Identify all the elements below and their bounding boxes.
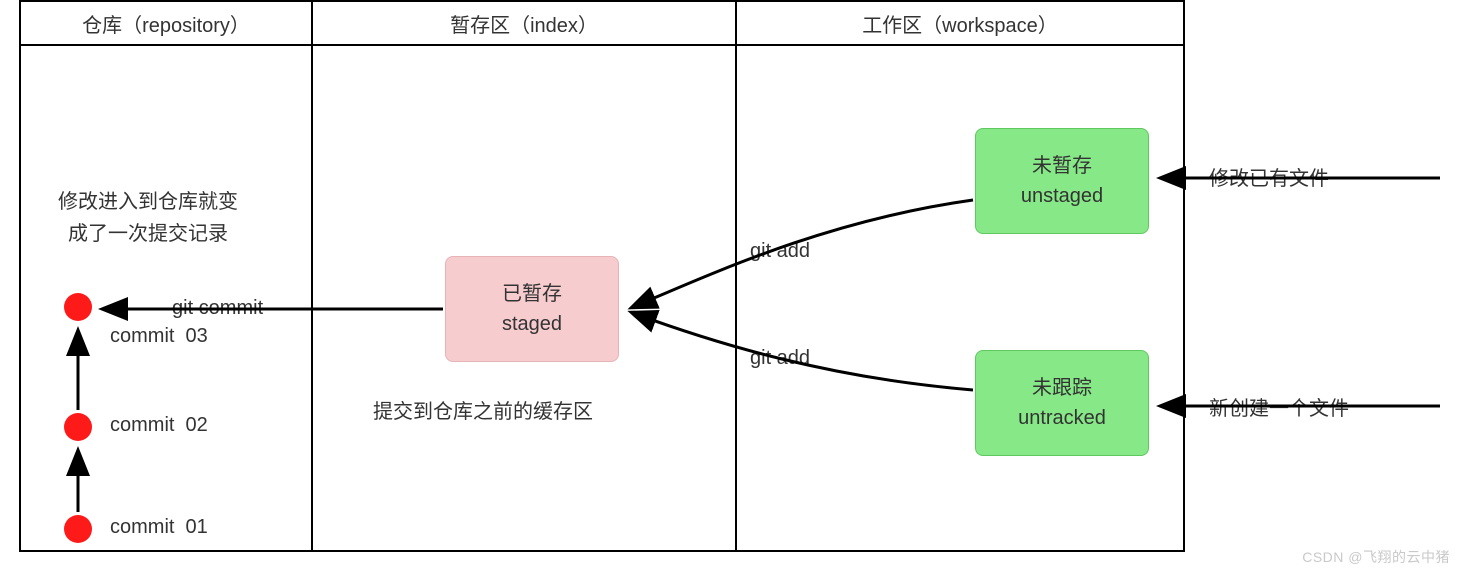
index-caption: 提交到仓库之前的缓存区 xyxy=(373,395,593,424)
commit-dot-03 xyxy=(64,293,92,321)
staged-en: staged xyxy=(502,309,562,339)
col-header-repository-label: 仓库（repository） xyxy=(82,9,250,38)
col-header-index-label: 暂存区（index） xyxy=(450,9,598,38)
col-header-workspace-label: 工作区（workspace） xyxy=(862,9,1058,38)
watermark: CSDN @飞翔的云中猪 xyxy=(1302,547,1450,567)
repo-note-line1: 修改进入到仓库就变 xyxy=(28,186,268,218)
git-add-bottom-label: git add xyxy=(750,347,810,370)
untracked-box: 未跟踪 untracked xyxy=(975,350,1149,456)
unstaged-box: 未暂存 unstaged xyxy=(975,128,1149,234)
col-header-index: 暂存区（index） xyxy=(311,0,737,46)
commit-label-01: commit 01 xyxy=(110,516,208,539)
git-commit-label: git commit xyxy=(172,297,263,320)
new-file-label: 新创建一个文件 xyxy=(1209,392,1349,421)
staged-cn: 已暂存 xyxy=(502,279,562,309)
modify-file-label: 修改已有文件 xyxy=(1209,162,1329,191)
col-header-repository: 仓库（repository） xyxy=(19,0,313,46)
unstaged-en: unstaged xyxy=(1021,181,1103,211)
commit-label-03: commit 03 xyxy=(110,325,208,348)
staged-box: 已暂存 staged xyxy=(445,256,619,362)
untracked-en: untracked xyxy=(1018,403,1106,433)
git-add-top-label: git add xyxy=(750,240,810,263)
untracked-cn: 未跟踪 xyxy=(1032,373,1092,403)
commit-label-02: commit 02 xyxy=(110,414,208,437)
repo-note-line2: 成了一次提交记录 xyxy=(28,218,268,250)
repo-note: 修改进入到仓库就变 成了一次提交记录 xyxy=(28,186,268,250)
commit-dot-01 xyxy=(64,515,92,543)
commit-dot-02 xyxy=(64,413,92,441)
col-body-repository xyxy=(19,44,313,552)
col-body-workspace xyxy=(735,44,1185,552)
unstaged-cn: 未暂存 xyxy=(1032,151,1092,181)
col-header-workspace: 工作区（workspace） xyxy=(735,0,1185,46)
